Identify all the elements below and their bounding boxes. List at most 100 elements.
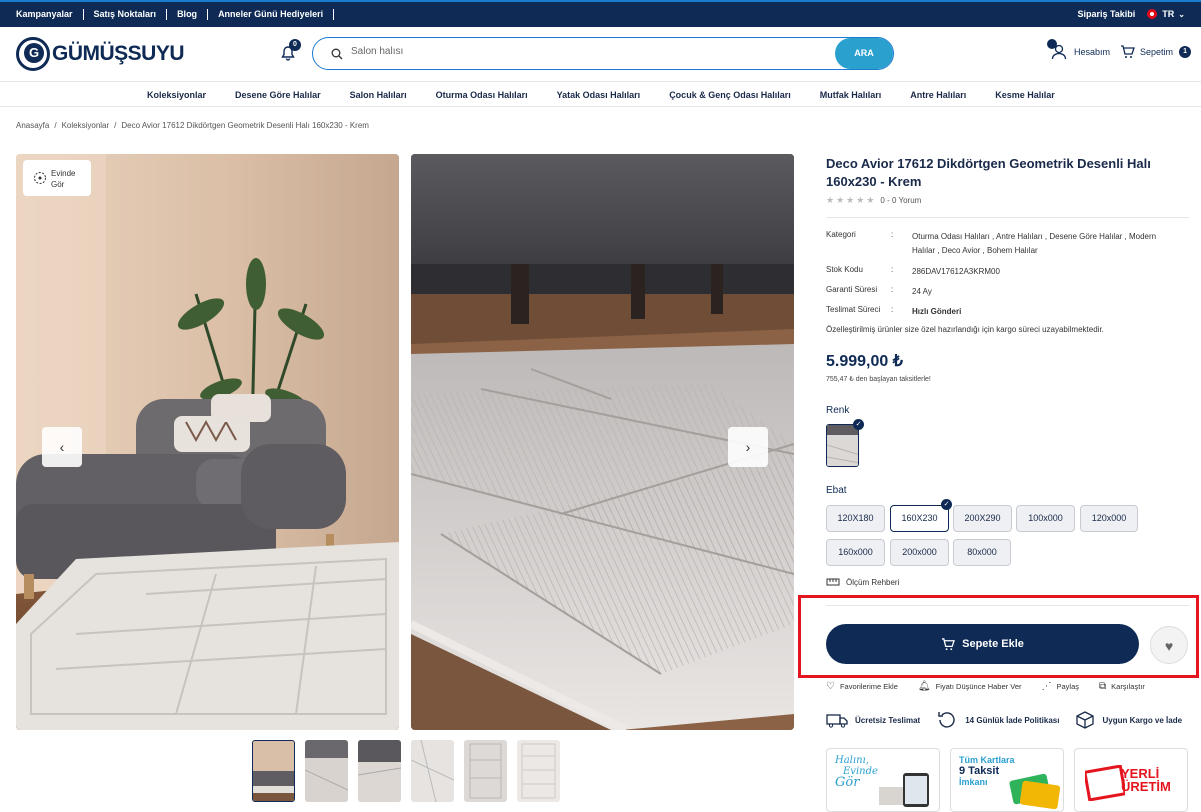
size-option-120x000[interactable]: 120x000 [1080,505,1138,532]
nav-item-salon[interactable]: Salon Halıları [350,90,407,100]
banner-installments[interactable]: Tüm Kartlara 9 Taksit İmkanı [950,748,1064,812]
nav-item-desene-gore[interactable]: Desene Göre Halılar [235,90,321,100]
nav-item-oturma-odasi[interactable]: Oturma Odası Halıları [436,90,528,100]
breadcrumb-collections[interactable]: Koleksiyonlar [62,121,110,130]
breadcrumb-home[interactable]: Anasayfa [16,121,49,130]
top-bar: Kampanyalar Satış Noktaları Blog Anneler… [0,0,1201,27]
logo[interactable]: GÜMÜŞSUYU [16,37,185,71]
compare-link[interactable]: ⧉ Karşılaştır [1099,681,1145,692]
feature-label: Ücretsiz Teslimat [855,715,921,725]
view-in-room-badge[interactable]: Evinde Gör [23,160,91,196]
breadcrumb-current: Deco Avior 17612 Dikdörtgen Geometrik De… [121,121,369,130]
box-icon [1076,711,1095,729]
top-link-kampanyalar[interactable]: Kampanyalar [16,9,84,20]
view-in-room-label: Evinde Gör [51,169,76,189]
order-tracking-link[interactable]: Sipariş Takibi [1077,9,1135,19]
phone-illustration [879,773,929,807]
main-nav: Koleksiyonlar Desene Göre Halılar Salon … [0,82,1201,107]
thumbnail-3[interactable] [358,740,401,802]
size-option-160x230[interactable]: 160X230 [890,505,949,532]
stamp-icon [1085,765,1125,801]
top-link-blog[interactable]: Blog [167,9,209,20]
banner-local-production[interactable]: YERLİ ÜRETİM [1074,748,1188,812]
size-option-200x290[interactable]: 200X290 [953,505,1012,532]
spec-key: Kategori [826,230,856,239]
feature-label: Uygun Kargo ve İade [1102,715,1183,725]
product-image-closeup[interactable]: › [411,154,794,730]
spec-value[interactable]: Oturma Odası Halıları , Antre Halıları ,… [912,230,1162,258]
nav-item-kesme[interactable]: Kesme Halılar [995,90,1055,100]
return-icon [938,712,955,728]
add-to-cart-button[interactable]: Sepete Ekle [826,624,1139,664]
cart-link[interactable]: Sepetim 1 [1120,45,1192,59]
account-link[interactable]: Hesabım [1047,39,1110,61]
feature-free-delivery: Ücretsiz Teslimat [826,709,920,731]
thumbnail-2[interactable] [305,740,348,802]
banner-text: Halını, [835,755,869,766]
size-option-80x000[interactable]: 80x000 [953,539,1011,566]
notification-badge: 0 [289,39,301,51]
add-favorites-label: Favorilerime Ekle [839,682,898,691]
check-icon: ✓ [941,499,952,510]
heart-icon: ♥ [1164,638,1174,654]
star-icon: ★ [836,195,845,205]
nav-item-cocuk-genc[interactable]: Çocuk & Genç Odası Halıları [669,90,791,100]
product-title: Deco Avior 17612 Dikdörtgen Geometrik De… [826,156,1151,189]
gallery-next-button[interactable]: › [728,427,768,467]
add-favorites-link[interactable]: ♡ Favorilerime Ekle [826,681,898,692]
star-icon: ★ [826,195,835,205]
size-option-160x000[interactable]: 160x000 [826,539,885,566]
add-to-cart-label: Sepete Ekle [962,638,1024,650]
spec-value: Hızlı Gönderi [912,307,962,316]
size-option-120x180[interactable]: 120X180 [826,505,885,532]
spec-key: Stok Kodu [826,265,863,274]
chevron-left-icon: ‹ [59,439,65,455]
feature-cargo-return: Uygun Kargo ve İade [1075,709,1182,731]
price-alert-link[interactable]: 🔔︎ Fiyatı Düşünce Haber Ver [918,681,1022,692]
star-icon: ★ [866,195,875,205]
search-button[interactable]: ARA [835,38,893,69]
installment-info: 755,47 ₺ den başlayan taksitlerle! [826,376,931,383]
thumbnail-1[interactable] [252,740,295,802]
language-selector[interactable]: TR [1162,9,1174,19]
size-guide-label: Ölçüm Rehberi [846,577,900,587]
header: GÜMÜŞSUYU 0 ARA Hesabım Sepetim 1 [0,27,1201,82]
nav-item-mutfak[interactable]: Mutfak Halıları [820,90,882,100]
search-input[interactable] [351,46,831,57]
compare-icon: ⧉ [1099,681,1107,692]
color-swatch-krem[interactable] [826,424,859,467]
star-icon: ★ [846,195,855,205]
spec-row-delivery: Teslimat Süreci: Hızlı Gönderi [826,305,1162,319]
check-icon: ✓ [853,419,864,430]
size-option-100x000[interactable]: 100x000 [1016,505,1075,532]
credit-cards-illustration [1009,773,1061,810]
spec-row-stock-code: Stok Kodu: 286DAV17612A3KRM00 [826,265,1162,279]
chevron-right-icon: › [745,439,751,455]
nav-item-koleksiyonlar[interactable]: Koleksiyonlar [147,90,206,100]
promo-banners: Halını, Evinde Gör Tüm Kartlara 9 Taksit… [826,748,1198,812]
breadcrumb: Anasayfa / Koleksiyonlar / Deco Avior 1761… [16,121,369,130]
notification-button[interactable]: 0 [280,39,301,61]
top-link-satis-noktalari[interactable]: Satış Noktaları [84,9,168,20]
banner-view-in-room[interactable]: Halını, Evinde Gör [826,748,940,812]
thumbnail-4[interactable] [411,740,454,802]
cart-label: Sepetim [1140,47,1174,57]
product-image-room[interactable]: Evinde Gör ‹ [16,154,399,730]
price-alert-label: Fiyatı Düşünce Haber Ver [935,682,1022,691]
thumbnail-5[interactable] [464,740,507,802]
thumbnail-6[interactable] [517,740,560,802]
share-icon: ⋰ [1041,681,1052,692]
top-link-anneler-gunu[interactable]: Anneler Günü Hediyeleri [208,9,335,20]
size-option-200x000[interactable]: 200x000 [890,539,949,566]
review-count: 0 - 0 Yorum [880,196,922,205]
gallery-prev-button[interactable]: ‹ [42,427,82,467]
color-label: Renk [826,405,850,416]
rating[interactable]: ★ ★ ★ ★ ★ 0 - 0 Yorum [826,195,921,206]
product-actions: ♡ Favorilerime Ekle 🔔︎ Fiyatı Düşünce Habe… [826,681,1165,692]
spec-row-warranty: Garanti Süresi: 24 Ay [826,285,1162,299]
size-guide-link[interactable]: Ölçüm Rehberi [826,577,899,587]
share-link[interactable]: ⋰ Paylaş [1041,681,1079,692]
favorite-button[interactable]: ♥ [1150,626,1188,664]
nav-item-antre[interactable]: Antre Halıları [910,90,966,100]
nav-item-yatak-odasi[interactable]: Yatak Odası Halıları [557,90,641,100]
